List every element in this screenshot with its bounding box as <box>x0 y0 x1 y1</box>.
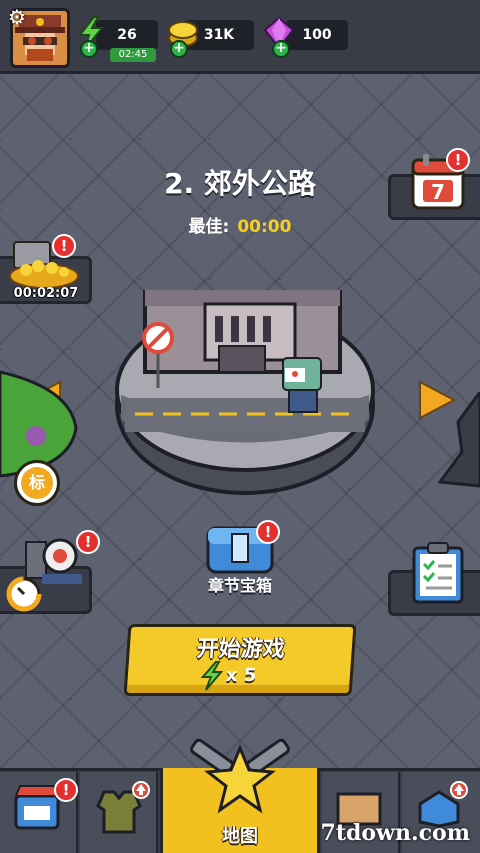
chest-alert-badge: ! <box>256 520 280 544</box>
next-stage-island <box>438 392 480 488</box>
svg-text:7: 7 <box>431 180 445 204</box>
map-star-guns-icon <box>190 738 290 814</box>
energy-value: 26 <box>117 27 137 43</box>
upgrade-arrow-icon <box>132 781 150 799</box>
best-time-value: 00:00 <box>237 217 292 237</box>
robot-alert-badge: ! <box>76 530 100 554</box>
watermark: 7tdown.com <box>320 820 470 846</box>
start-game-button[interactable]: 开始游戏 x 5 <box>123 624 357 696</box>
add-coins-button[interactable]: + <box>170 40 188 58</box>
settings-gear-icon[interactable]: ⚙ <box>6 6 28 28</box>
calendar-alert-badge: ! <box>446 148 470 172</box>
gold-alert-badge: ! <box>52 234 76 258</box>
nav-item-shop[interactable]: ! <box>0 772 78 853</box>
nav-map-label: 地图 <box>222 826 258 847</box>
coin-value: 31K <box>203 27 235 43</box>
nav-item-equipment[interactable] <box>80 772 158 853</box>
clock-icon <box>6 576 42 612</box>
best-time-label: 最佳: <box>188 217 230 237</box>
energy-timer: 02:45 <box>110 48 156 62</box>
marker-button[interactable]: 标 <box>14 460 60 506</box>
start-game-label: 开始游戏 <box>195 637 286 662</box>
stage-island[interactable] <box>115 290 375 495</box>
add-energy-button[interactable]: + <box>80 40 98 58</box>
chapter-chest-label[interactable]: 章节宝箱 <box>180 572 300 596</box>
shop-alert-badge: ! <box>54 778 78 802</box>
gem-value: 100 <box>302 27 332 43</box>
energy-cost-lightning-icon <box>200 661 224 691</box>
skills-upgrade-arrow-icon <box>450 781 468 799</box>
add-gems-button[interactable]: + <box>272 40 290 58</box>
gold-timer: 00:02:07 <box>13 286 79 301</box>
marker-label: 标 <box>21 467 53 499</box>
task-clipboard-icon[interactable] <box>412 542 464 604</box>
start-game-cost: x 5 <box>225 665 258 686</box>
